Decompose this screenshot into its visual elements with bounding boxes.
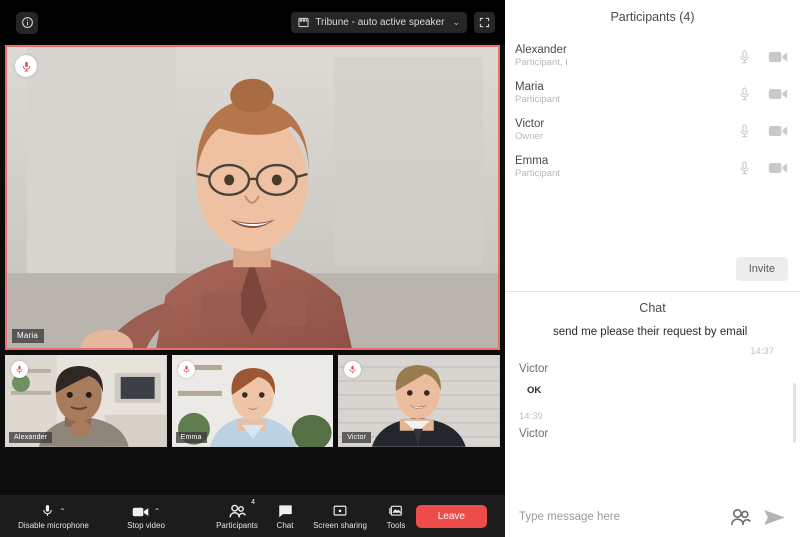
participants-button[interactable]: 4 Participants bbox=[213, 495, 261, 537]
participant-role: Participant, I bbox=[515, 58, 738, 69]
thumbnail-name: Emma bbox=[176, 432, 207, 443]
participant-name: Maria bbox=[515, 81, 738, 94]
chat-message-text: send me please their request by email bbox=[553, 325, 780, 341]
main-speaker-name: Maria bbox=[12, 329, 44, 343]
chevron-down-icon: ⌄ bbox=[452, 17, 460, 28]
tools-button[interactable]: Tools bbox=[379, 495, 413, 537]
microphone-label: Disable microphone bbox=[18, 521, 89, 530]
chat-message-author: Victor bbox=[519, 363, 786, 375]
participant-name: Victor bbox=[515, 118, 738, 131]
thumbnail-strip: Alexander bbox=[0, 350, 505, 447]
leave-button[interactable]: Leave bbox=[416, 505, 487, 528]
chat-message-author: Victor bbox=[519, 428, 786, 440]
message-input[interactable] bbox=[519, 511, 718, 523]
chat-message-text: OK bbox=[527, 385, 780, 398]
thumbnail-name: Victor bbox=[342, 432, 371, 443]
camera-icon[interactable] bbox=[768, 161, 788, 175]
microphone-icon[interactable] bbox=[738, 86, 751, 102]
participants-label: Participants bbox=[216, 521, 258, 530]
side-panels: Participants (4) Alexander Participant, … bbox=[505, 0, 800, 537]
participant-row[interactable]: Alexander Participant, I bbox=[505, 38, 800, 75]
mic-muted-icon bbox=[15, 55, 37, 77]
invite-row: Invite bbox=[736, 257, 788, 281]
microphone-icon[interactable] bbox=[738, 160, 751, 176]
participant-info: Emma Participant bbox=[515, 155, 738, 180]
people-icon bbox=[229, 504, 246, 518]
video-stage: Tribune - auto active speaker ⌄ bbox=[0, 0, 505, 537]
camera-icon[interactable] bbox=[768, 50, 788, 64]
tools-label: Tools bbox=[387, 521, 406, 530]
participant-controls bbox=[738, 160, 788, 176]
toggle-video-button[interactable]: ⌃ Stop video bbox=[101, 495, 191, 537]
participant-controls bbox=[738, 49, 788, 65]
stage-top-bar: Tribune - auto active speaker ⌄ bbox=[0, 0, 505, 45]
chat-label: Chat bbox=[277, 521, 294, 530]
toggle-microphone-button[interactable]: ⌃ Disable microphone bbox=[6, 495, 101, 537]
participant-controls bbox=[738, 123, 788, 139]
main-speaker-video bbox=[7, 47, 498, 350]
chat-message-list[interactable]: send me please their request by email 14… bbox=[505, 325, 800, 497]
camera-icon bbox=[132, 506, 149, 518]
participant-role: Participant bbox=[515, 169, 738, 180]
chat-scrollbar[interactable] bbox=[793, 383, 796, 443]
main-speaker-tile[interactable]: Maria bbox=[5, 45, 500, 350]
send-icon[interactable] bbox=[763, 509, 786, 526]
main-video-container: Maria bbox=[0, 45, 505, 350]
screen-sharing-label: Screen sharing bbox=[313, 521, 367, 530]
screen-sharing-button[interactable]: Screen sharing bbox=[309, 495, 371, 537]
layout-label: Tribune - auto active speaker bbox=[315, 17, 444, 28]
info-icon[interactable] bbox=[16, 12, 38, 34]
chat-button[interactable]: Chat bbox=[269, 495, 301, 537]
screen-share-icon bbox=[333, 505, 347, 518]
meeting-toolbar: ⌃ Disable microphone ⌃ Stop video bbox=[0, 495, 505, 537]
chat-bubble-icon bbox=[278, 504, 293, 518]
thumbnail-name: Alexander bbox=[9, 432, 52, 443]
participant-row[interactable]: Victor Owner bbox=[505, 112, 800, 149]
chat-panel: Chat send me please their request by ema… bbox=[505, 292, 800, 537]
participant-name: Emma bbox=[515, 155, 738, 168]
camera-icon[interactable] bbox=[768, 87, 788, 101]
mic-muted-icon bbox=[11, 361, 28, 378]
video-conference-app: Tribune - auto active speaker ⌄ bbox=[0, 0, 800, 537]
layout-selector[interactable]: Tribune - auto active speaker ⌄ bbox=[291, 12, 467, 33]
video-label: Stop video bbox=[127, 521, 165, 530]
microphone-icon bbox=[41, 503, 54, 518]
thumbnail-tile[interactable]: Victor bbox=[338, 355, 500, 447]
tools-icon bbox=[389, 504, 403, 518]
chat-message: OK 14:39 Victor bbox=[519, 385, 786, 441]
chat-message-time: 14:37 bbox=[519, 346, 774, 357]
chat-message-time: 14:39 bbox=[519, 411, 786, 422]
chevron-up-icon[interactable]: ⌃ bbox=[154, 508, 161, 516]
participant-role: Participant bbox=[515, 95, 738, 106]
grid-icon bbox=[298, 17, 309, 28]
participant-controls bbox=[738, 86, 788, 102]
chevron-up-icon[interactable]: ⌃ bbox=[59, 508, 66, 516]
participant-name: Alexander bbox=[515, 44, 738, 57]
fullscreen-icon[interactable] bbox=[474, 12, 495, 33]
camera-icon[interactable] bbox=[768, 124, 788, 138]
mic-muted-icon bbox=[178, 361, 195, 378]
participants-count-badge: 4 bbox=[251, 499, 255, 506]
participants-panel: Participants (4) Alexander Participant, … bbox=[505, 0, 800, 292]
participant-row[interactable]: Maria Participant bbox=[505, 75, 800, 112]
participant-info: Alexander Participant, I bbox=[515, 44, 738, 69]
participant-row[interactable]: Emma Participant bbox=[505, 149, 800, 186]
chat-title: Chat bbox=[505, 292, 800, 325]
participant-role: Owner bbox=[515, 132, 738, 143]
participants-title: Participants (4) bbox=[505, 0, 800, 38]
microphone-icon[interactable] bbox=[738, 49, 751, 65]
participant-info: Maria Participant bbox=[515, 81, 738, 106]
people-icon[interactable] bbox=[730, 508, 751, 526]
invite-button[interactable]: Invite bbox=[736, 257, 788, 281]
chat-input-row bbox=[505, 497, 800, 537]
thumbnail-tile[interactable]: Alexander bbox=[5, 355, 167, 447]
participant-info: Victor Owner bbox=[515, 118, 738, 143]
thumbnail-tile[interactable]: Emma bbox=[172, 355, 334, 447]
chat-message: send me please their request by email 14… bbox=[519, 325, 786, 375]
microphone-icon[interactable] bbox=[738, 123, 751, 139]
